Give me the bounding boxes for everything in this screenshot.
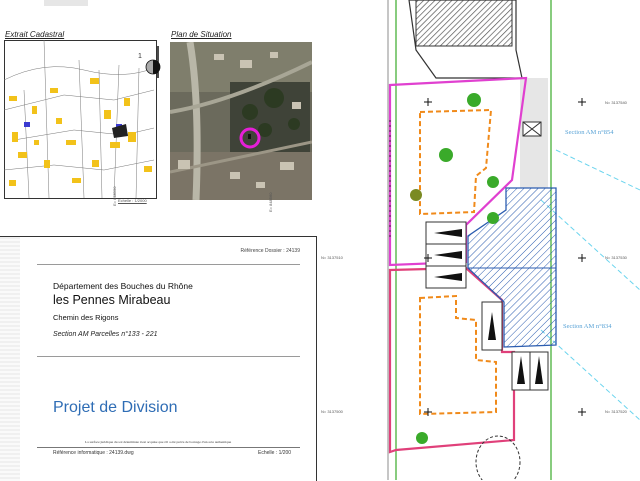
coord-n-1: N= 3137540 (605, 100, 627, 105)
section-am-854: Section AM n°854 (565, 129, 614, 136)
echelle-small: Echelle : 1/2000 (118, 198, 147, 203)
echelle: Echelle : 1/200 (258, 450, 292, 456)
coord-e-2: E= 848560 (268, 192, 273, 212)
section-am-834: Section AM n°834 (563, 323, 612, 330)
chemin: Chemin des Rigons (53, 313, 119, 322)
coord-n-5: N= 3137500 (321, 409, 343, 414)
coord-e-1: E= 848550 (112, 186, 117, 206)
division-plan (387, 0, 640, 480)
legal-note: La surface juridique du sol déterminée n… (85, 440, 232, 444)
aerial-photo (170, 42, 312, 200)
section-parcelles: Section AM Parcelles n°133 - 221 (53, 331, 158, 338)
top-grey-block (44, 0, 88, 6)
north-arrow-icon (145, 46, 161, 78)
plan-situation-title: Plan de Situation (171, 30, 232, 39)
divider-3 (37, 447, 300, 448)
extrait-cadastral-map: 1 (4, 40, 157, 199)
side-legal-strip (0, 237, 20, 481)
reference-informatique: Référence informatique : 24139.dwg (53, 450, 134, 456)
projet-title: Projet de Division (53, 399, 178, 416)
reference-dossier: Référence Dossier : 24139 (240, 248, 300, 254)
commune: les Pennes Mirabeau (53, 293, 171, 307)
departement: Département des Bouches du Rhône (53, 281, 193, 291)
coord-n-3: N= 3137520 (605, 409, 627, 414)
extrait-cadastral-title: Extrait Cadastral (5, 30, 65, 39)
title-block: Référence Dossier : 24139 Département de… (0, 236, 317, 481)
divider-1 (37, 264, 300, 265)
divider-2 (37, 356, 300, 357)
coord-n-4: N= 3137510 (321, 255, 343, 260)
coord-n-2: N= 3137530 (605, 255, 627, 260)
